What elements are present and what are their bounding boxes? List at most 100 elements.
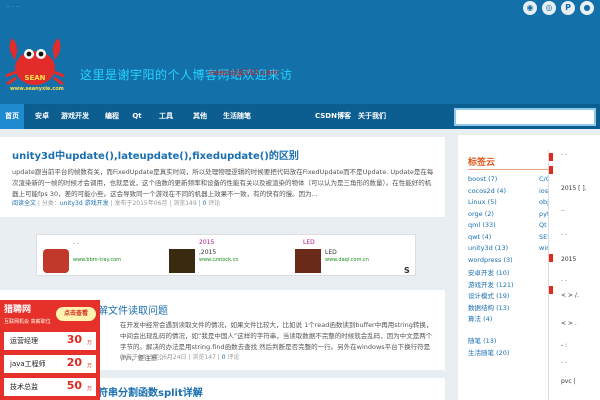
tag-link[interactable]: 算法 (4)	[468, 313, 548, 325]
nav-home[interactable]: 首页	[0, 104, 24, 129]
comment-item[interactable]: - :	[561, 342, 567, 349]
tag-link[interactable]: 随笔 (13)	[468, 335, 548, 347]
post-time: 发布于2015年06月24日	[120, 354, 187, 361]
weibo-icon[interactable]: ◎	[542, 1, 556, 15]
job-name: 技术总监	[10, 383, 38, 391]
salary-unit: 万	[86, 363, 92, 369]
marker	[549, 286, 553, 294]
article-title[interactable]: unity3d中update(),lateupdate(),fixedupdat…	[12, 147, 299, 162]
view-jobs-button[interactable]: 点击查看	[56, 307, 96, 321]
comment-item[interactable]: · ·	[561, 152, 567, 159]
recent-comments-panel: · · 2015 [ ]. .. . . 2015 . . < > /. < >…	[548, 150, 600, 400]
social-icons: ◉ ◎ P ●	[523, 1, 594, 15]
comment-item[interactable]: 2015 [ ].	[561, 185, 587, 192]
nav-programming[interactable]: 编程	[97, 104, 127, 129]
marker	[549, 153, 553, 161]
nav-android[interactable]: 安卓	[30, 104, 54, 129]
nav-misc-b[interactable]	[276, 104, 306, 129]
article-title[interactable]: 字符串分割函数split详解	[88, 384, 203, 399]
top-links[interactable]: ·· · ··	[6, 4, 19, 11]
ad-title: ,2015	[199, 249, 217, 256]
ad-url: www.czstock.cn	[199, 257, 239, 263]
search-input[interactable]	[454, 108, 596, 126]
tag-link[interactable]: wordpress (3)	[468, 256, 548, 268]
job-row[interactable]: 技术总监 50 万	[4, 378, 96, 396]
marker	[549, 166, 553, 174]
comment-item[interactable]: ..	[561, 206, 565, 213]
tag-link[interactable]: unity3d (13)	[468, 244, 548, 256]
qzone-icon[interactable]: P	[561, 1, 575, 15]
comment-count[interactable]: 0	[222, 354, 226, 361]
view-count: 浏览147	[192, 354, 216, 361]
nav-about[interactable]: 关于我们	[358, 104, 386, 129]
job-salary: 50	[66, 379, 82, 392]
job-name: java工程师	[10, 360, 46, 368]
nav-essays[interactable]: 生活随笔	[222, 104, 252, 129]
tag-link[interactable]: Linux (5)	[468, 198, 548, 210]
tag-link[interactable]: qml (33)	[468, 221, 548, 233]
ad-item[interactable]: LED LED www.daqi.com.cn	[293, 237, 403, 275]
comment-item[interactable]: < > /.	[561, 292, 579, 299]
tag-list: boost (7) cocos2d (4) Linux (5) orge (2)…	[468, 175, 548, 325]
job-ad-slogan: 互联网机会 高薪职位	[4, 319, 51, 325]
ad-url: www.bbm-tray.com	[73, 257, 122, 263]
tag-link[interactable]: 生活随笔 (20)	[468, 347, 548, 359]
ad-year: 2015	[199, 239, 215, 246]
ad-image	[169, 249, 195, 273]
salary-unit: 万	[86, 340, 92, 346]
tag-list-bottom: 随笔 (13) 生活随笔 (20)	[468, 335, 548, 358]
title-underline	[468, 169, 550, 170]
tag-link[interactable]: qwt (4)	[468, 233, 548, 245]
comment-item[interactable]: 2015	[561, 256, 576, 263]
nav-csdn[interactable]: CSDN博客	[313, 104, 353, 129]
tag-link[interactable]: orge (2)	[468, 210, 548, 222]
tag-link[interactable]: boost (7)	[468, 175, 548, 187]
comment-item[interactable]: . .	[561, 230, 567, 237]
ad-image	[43, 249, 69, 273]
header: ·· · ·· ◉ ◎ P ● SEAN www.seanyxie.com 这里…	[0, 0, 600, 104]
job-row[interactable]: 运营经理 30 万	[4, 332, 96, 350]
job-name: 运营经理	[10, 337, 38, 345]
comment-item[interactable]: < > .	[561, 320, 577, 327]
job-row[interactable]: java工程师 20 万	[4, 355, 96, 373]
tag-link[interactable]: 游戏开发 (121)	[468, 279, 548, 291]
profile-icon[interactable]: ●	[580, 1, 594, 15]
comment-item[interactable]: pvc |	[561, 378, 576, 385]
nav-tools[interactable]: 工具	[154, 104, 178, 129]
comment-count[interactable]: 0	[202, 200, 206, 207]
job-salary: 20	[66, 356, 82, 369]
article-excerpt: update跟当前平台的帧数有关，而FixedUpdate是真实时间，所以处理物…	[12, 168, 434, 198]
tag-link[interactable]: cocos2d (4)	[468, 187, 548, 199]
read-more-link[interactable]: 阅读全文	[12, 200, 36, 207]
job-ad-popup[interactable]: 猎聘网 互联网机会 高薪职位 点击查看 运营经理 30 万 java工程师 20…	[0, 300, 100, 400]
job-salary: 30	[66, 333, 82, 346]
article-title[interactable]: 详解文件读取问题	[88, 302, 168, 317]
ad-item[interactable]: 2015 ,2015 www.czstock.cn	[167, 237, 277, 275]
nav-misc-a[interactable]	[254, 104, 268, 129]
ad-badge: S	[404, 266, 410, 275]
category-prefix: 分类：	[41, 200, 60, 207]
nav-qt[interactable]: Qt	[128, 104, 146, 129]
ad-image	[295, 249, 321, 273]
post-time: 发布于2015年06月	[114, 200, 168, 207]
ad-label: LED	[303, 239, 315, 246]
job-ad-brand: 猎聘网	[4, 305, 32, 315]
rss-icon[interactable]: ◉	[523, 1, 537, 15]
comment-item[interactable]: . .	[561, 276, 567, 283]
marker	[549, 254, 553, 262]
tag-link[interactable]: 设计模式 (19)	[468, 290, 548, 302]
ad-title: · ·	[73, 241, 79, 248]
view-count: 浏览149	[173, 200, 197, 207]
comment-item[interactable]: . .	[561, 358, 567, 365]
ad-banner[interactable]: · · www.bbm-tray.com 2015 ,2015 www.czst…	[36, 234, 416, 276]
ad-url: www.daqi.com.cn	[325, 257, 369, 263]
tag-link[interactable]: 安卓开发 (10)	[468, 267, 548, 279]
comment-suffix: 评论	[208, 200, 221, 207]
category-link[interactable]: unity3d 游戏开发	[60, 200, 109, 207]
ad-item[interactable]: · · www.bbm-tray.com	[41, 237, 151, 275]
salary-unit: 万	[86, 386, 92, 392]
nav-game-dev[interactable]: 游戏开发	[60, 104, 90, 129]
logo-url: www.seanyxie.com	[10, 86, 64, 92]
tag-link[interactable]: 数据结构 (13)	[468, 302, 548, 314]
nav-other[interactable]: 其他	[188, 104, 212, 129]
